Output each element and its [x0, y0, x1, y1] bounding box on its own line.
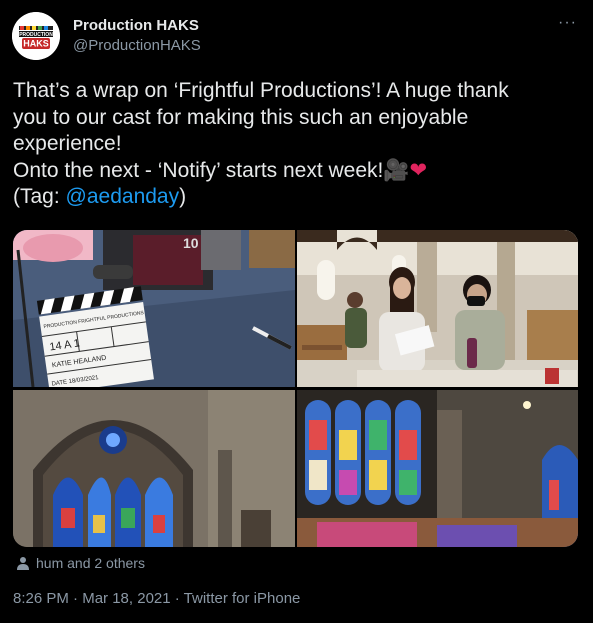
tweet-line-4: Onto the next - ‘Notify’ starts next wee…: [13, 158, 583, 185]
handle[interactable]: @ProductionHAKS: [73, 36, 201, 55]
production-haks-logo: PRODUCTION HAKS: [12, 12, 60, 60]
tweet: PRODUCTION HAKS Production HAKS @Product…: [0, 0, 593, 623]
avatar[interactable]: PRODUCTION HAKS: [12, 12, 60, 60]
church-window-image: [13, 390, 295, 547]
mention-link[interactable]: @aedanday: [66, 185, 180, 208]
tweet-line-3: experience!: [13, 132, 122, 155]
photo-actors[interactable]: [297, 230, 578, 387]
svg-text:10: 10: [183, 235, 199, 251]
svg-text:HAKS: HAKS: [23, 39, 49, 49]
photo-stained-glass[interactable]: [297, 390, 578, 547]
tweet-date[interactable]: Mar 18, 2021: [82, 590, 170, 607]
tweet-line-5: (Tag: @aedanday): [13, 184, 583, 211]
photo-clapperboard[interactable]: 10 PRODUCTION FRIGHTFUL PRODUCTIONS 14 A…: [13, 230, 295, 387]
meta-separator-2: ·: [170, 590, 184, 607]
photo-church-window[interactable]: [13, 390, 295, 547]
meta-separator-1: ·: [68, 590, 83, 607]
media-grid: 10 PRODUCTION FRIGHTFUL PRODUCTIONS 14 A…: [13, 230, 578, 547]
tag-prefix: (Tag:: [13, 185, 66, 208]
heart-emoji: ❤: [409, 158, 428, 182]
tweet-source[interactable]: Twitter for iPhone: [184, 590, 301, 607]
author-block: Production HAKS @ProductionHAKS: [73, 16, 201, 55]
tweet-text: That’s a wrap on ‘Frightful Productions’…: [13, 78, 583, 211]
tweet-line-4-text: Onto the next - ‘Notify’ starts next wee…: [13, 158, 384, 182]
tweet-line-2: you to our cast for making this such an …: [13, 105, 469, 129]
svg-text:PRODUCTION: PRODUCTION: [19, 32, 53, 38]
tweet-meta: 8:26 PM · Mar 18, 2021 · Twitter for iPh…: [13, 590, 300, 607]
person-icon: [17, 557, 29, 570]
liked-by-text: hum and 2 others: [36, 555, 145, 571]
actors-image: [297, 230, 578, 387]
display-name[interactable]: Production HAKS: [73, 16, 201, 35]
clapperboard-image: 10 PRODUCTION FRIGHTFUL PRODUCTIONS 14 A…: [13, 230, 295, 387]
tweet-line-1: That’s a wrap on ‘Frightful Productions’…: [13, 79, 509, 102]
stained-glass-image: [297, 390, 578, 547]
tag-suffix: ): [179, 185, 187, 208]
liked-by[interactable]: hum and 2 others: [16, 555, 145, 571]
tweet-time[interactable]: 8:26 PM: [13, 590, 69, 607]
more-icon[interactable]: ···: [558, 14, 577, 32]
camera-emoji: 🎥: [383, 158, 410, 182]
